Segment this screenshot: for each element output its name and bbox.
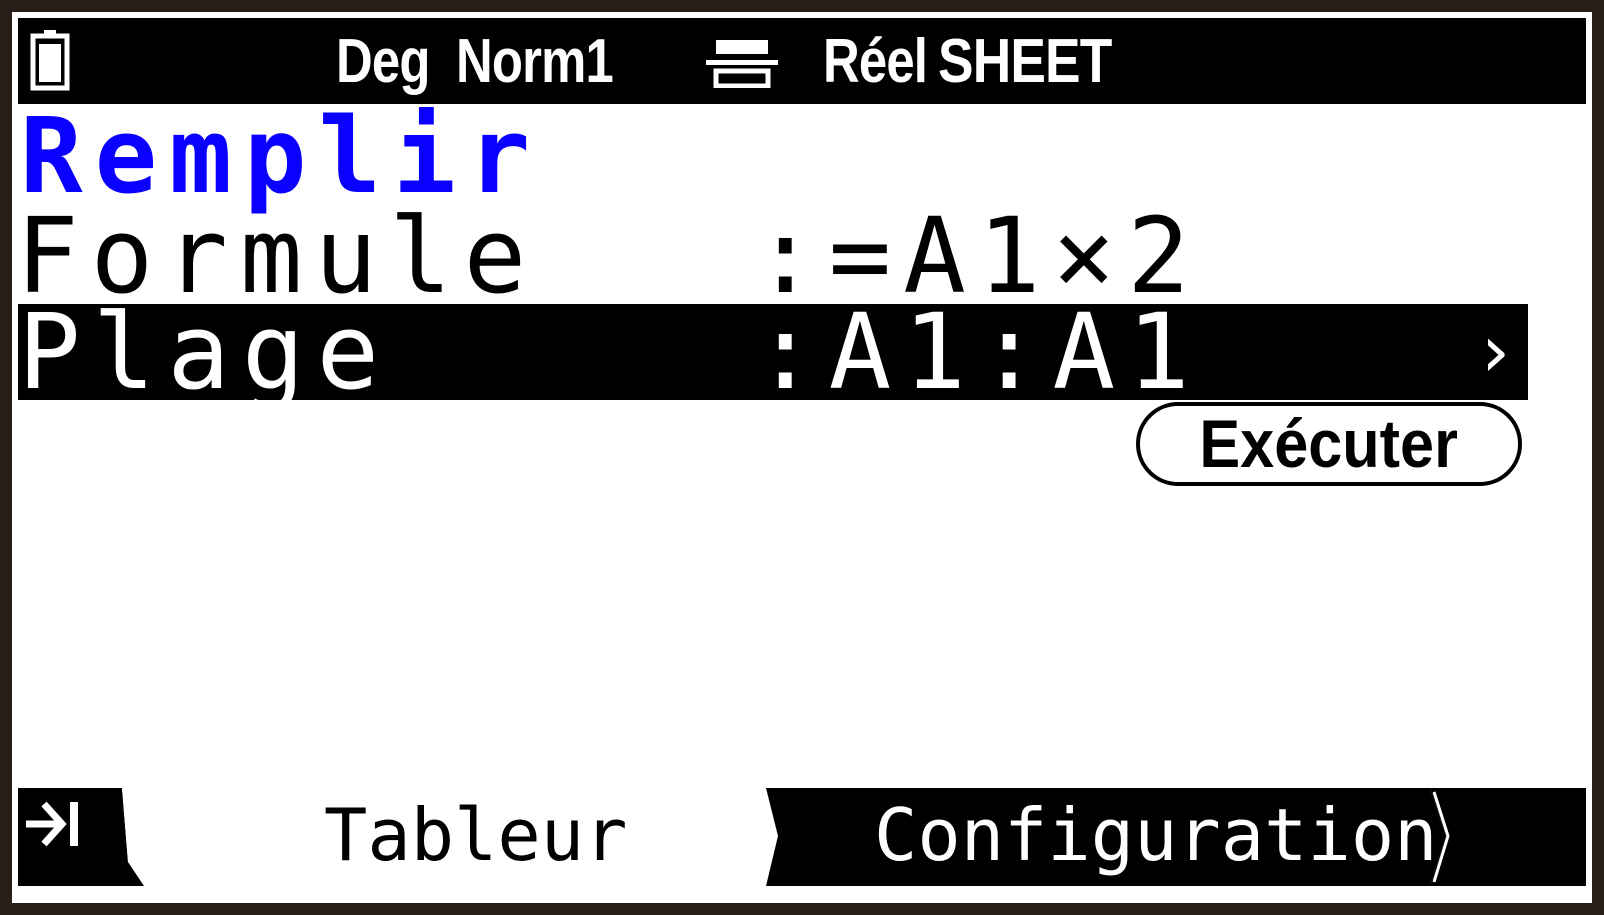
battery-icon [30, 30, 70, 91]
status-bar: Deg Norm1 Réel SHEET [18, 18, 1586, 104]
formule-label[interactable]: Formule [16, 204, 538, 308]
plage-row-selected[interactable]: Plage :A1:A1 › [18, 291, 1528, 413]
execute-button[interactable]: Exécuter [1136, 402, 1522, 486]
tab-tableur[interactable]: Tableur [324, 790, 627, 880]
function-tab-bar: Tableur Configuration [18, 788, 1586, 886]
display-format: Norm1 [456, 27, 614, 96]
input-mode-icon [706, 40, 778, 88]
page-title: Remplir [20, 95, 543, 217]
execute-button-label: Exécuter [1199, 406, 1459, 482]
chevron-right-icon: › [1481, 309, 1510, 393]
complex-mode: Réel [823, 27, 928, 96]
plage-value: :A1:A1 [754, 291, 1202, 413]
app-name: SHEET [938, 27, 1112, 96]
calculator-screen: Deg Norm1 Réel SHEET Remplir Formule :=A… [0, 0, 1604, 915]
angle-unit: Deg [336, 27, 430, 96]
tab-configuration[interactable]: Configuration [874, 790, 1438, 880]
plage-label: Plage [18, 291, 392, 413]
formule-value[interactable]: :=A1×2 [754, 204, 1202, 308]
skip-to-end-icon[interactable] [18, 788, 82, 860]
